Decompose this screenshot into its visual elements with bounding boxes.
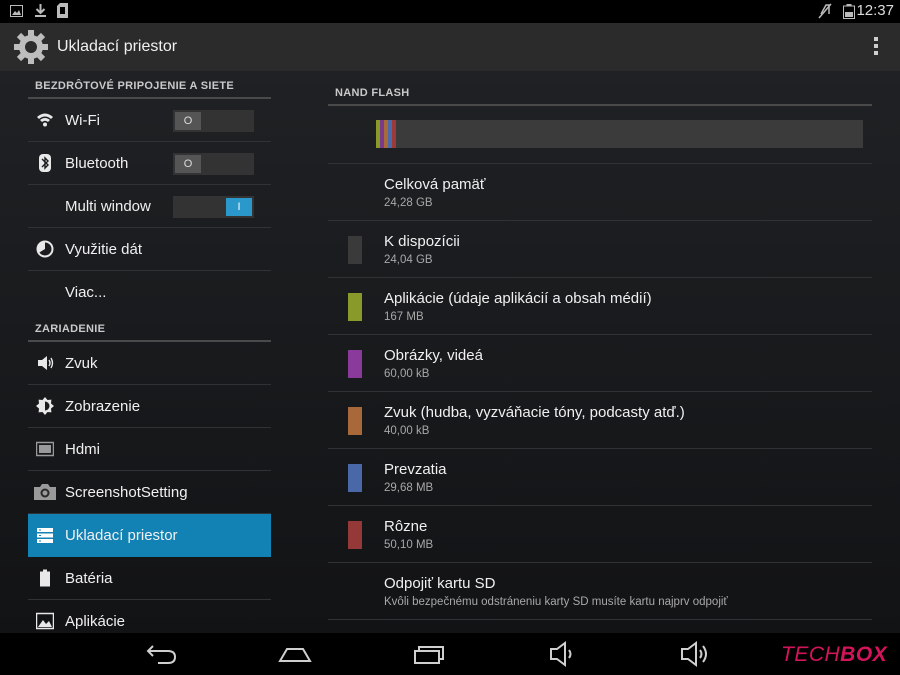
settings-item-wifi[interactable]: Wi-Fi O	[28, 99, 271, 142]
storage-section-header: NAND FLASH	[328, 71, 872, 106]
storage-item-title: K dispozícii	[384, 233, 460, 250]
storage-item-value: 24,28 GB	[384, 197, 433, 209]
storage-item-title: Zvuk (hudba, vyzváňacie tóny, podcasty a…	[384, 404, 685, 421]
page-title: Ukladací priestor	[57, 38, 178, 55]
storage-item-downloads[interactable]: Prevzatia 29,68 MB	[328, 449, 872, 506]
unmount-sd-button[interactable]: Odpojiť kartu SD Kvôli bezpečnému odstrá…	[328, 563, 872, 620]
settings-item-label: Multi window	[65, 198, 151, 215]
data-usage-icon	[36, 240, 54, 258]
settings-item-hdmi[interactable]: Hdmi	[28, 428, 271, 471]
storage-item-available[interactable]: K dispozícii 24,04 GB	[328, 221, 872, 278]
settings-item-screenshot[interactable]: ScreenshotSetting	[28, 471, 271, 514]
toggle-knob: I	[226, 198, 252, 216]
storage-item-misc[interactable]: Rôzne 50,10 MB	[328, 506, 872, 563]
storage-item-audio[interactable]: Zvuk (hudba, vyzváňacie tóny, podcasty a…	[328, 392, 872, 449]
settings-item-sound[interactable]: Zvuk	[28, 342, 271, 385]
wifi-toggle[interactable]: O	[173, 110, 254, 132]
wifi-icon	[37, 113, 53, 127]
toggle-knob: O	[175, 112, 201, 130]
color-swatch	[348, 293, 362, 321]
section-header-wireless: BEZDRÔTOVÉ PRIPOJENIE A SIETE	[28, 71, 271, 99]
storage-item-value: 40,00 kB	[384, 425, 430, 437]
settings-item-apps[interactable]: Aplikácie	[28, 600, 271, 633]
recents-icon[interactable]	[412, 639, 446, 669]
storage-icon	[37, 528, 53, 543]
settings-item-more[interactable]: Viac...	[28, 271, 271, 314]
settings-item-label: Viac...	[65, 284, 107, 301]
storage-item-apps[interactable]: Aplikácie (údaje aplikácií a obsah médií…	[328, 278, 872, 335]
storage-item-total: Celková pamäť 24,28 GB	[328, 164, 872, 221]
status-bar: 12:37	[0, 0, 900, 23]
storage-item-pictures[interactable]: Obrázky, videá 60,00 kB	[328, 335, 872, 392]
settings-gear-icon[interactable]	[12, 28, 50, 66]
multi-window-toggle[interactable]: I	[173, 196, 254, 218]
storage-item-title: Celková pamäť	[384, 176, 486, 193]
settings-item-label: Využitie dát	[65, 241, 142, 258]
section-header-device: ZARIADENIE	[28, 314, 271, 342]
techbox-watermark: TECHBOX	[781, 643, 887, 667]
storage-item-value: 167 MB	[384, 311, 424, 323]
settings-item-label: Ukladací priestor	[65, 527, 178, 544]
battery-icon	[40, 569, 50, 587]
content-area: BEZDRÔTOVÉ PRIPOJENIE A SIETE Wi-Fi O Bl…	[0, 71, 900, 633]
settings-item-label: Wi-Fi	[65, 112, 100, 129]
back-icon[interactable]	[144, 639, 178, 669]
settings-item-label: Batéria	[65, 570, 113, 587]
settings-item-label: ScreenshotSetting	[65, 484, 188, 501]
storage-item-value: 24,04 GB	[384, 254, 433, 266]
settings-item-bluetooth[interactable]: Bluetooth O	[28, 142, 271, 185]
storage-item-title: Aplikácie (údaje aplikácií a obsah médií…	[384, 290, 652, 307]
settings-item-storage[interactable]: Ukladací priestor	[28, 514, 271, 557]
settings-item-data-usage[interactable]: Využitie dát	[28, 228, 271, 271]
mute-icon	[818, 3, 832, 19]
bluetooth-icon	[39, 154, 51, 172]
sd-card-icon	[57, 3, 68, 18]
storage-item-description: Kvôli bezpečnému odstráneniu karty SD mu…	[384, 596, 728, 608]
storage-item-title: Obrázky, videá	[384, 347, 483, 364]
watermark-part2: BOX	[840, 643, 888, 666]
color-swatch	[348, 521, 362, 549]
camera-icon	[34, 484, 56, 500]
bluetooth-toggle[interactable]: O	[173, 153, 254, 175]
settings-item-label: Zobrazenie	[65, 398, 141, 415]
color-swatch	[348, 464, 362, 492]
clock: 12:37	[856, 2, 894, 19]
color-swatch	[348, 236, 362, 264]
storage-usage-bar	[376, 120, 863, 148]
hdmi-icon	[36, 441, 54, 457]
settings-item-label: Zvuk	[65, 355, 98, 372]
action-bar: Ukladací priestor	[0, 23, 900, 71]
storage-item-value: 29,68 MB	[384, 482, 434, 494]
storage-bar-segment	[392, 120, 396, 148]
watermark-part1: TECH	[781, 643, 841, 666]
storage-item-value: 50,10 MB	[384, 539, 434, 551]
download-icon	[35, 4, 46, 17]
storage-panel: NAND FLASH Celková pamäť 24,28 GB K disp…	[328, 71, 872, 620]
home-icon[interactable]	[277, 639, 313, 669]
storage-item-title: Rôzne	[384, 518, 428, 535]
navigation-bar: TECHBOX	[0, 633, 900, 675]
settings-item-display[interactable]: Zobrazenie	[28, 385, 271, 428]
settings-list: BEZDRÔTOVÉ PRIPOJENIE A SIETE Wi-Fi O Bl…	[28, 71, 271, 633]
volume-up-icon[interactable]	[679, 639, 713, 669]
storage-item-title: Prevzatia	[384, 461, 447, 478]
settings-item-multi-window[interactable]: Multi window I	[28, 185, 271, 228]
overflow-menu-icon[interactable]	[872, 37, 880, 59]
color-swatch	[348, 407, 362, 435]
volume-down-icon[interactable]	[548, 639, 576, 669]
storage-item-title: Odpojiť kartu SD	[384, 575, 496, 592]
settings-item-label: Aplikácie	[65, 613, 126, 630]
storage-bar-row	[328, 106, 872, 164]
settings-item-label: Bluetooth	[65, 155, 129, 172]
speaker-icon	[38, 356, 54, 370]
image-icon	[10, 5, 23, 17]
toggle-knob: O	[175, 155, 201, 173]
apps-icon	[36, 612, 54, 630]
settings-item-label: Hdmi	[65, 441, 101, 458]
color-swatch	[348, 350, 362, 378]
storage-item-value: 60,00 kB	[384, 368, 430, 380]
battery-icon	[843, 4, 855, 19]
brightness-icon	[36, 397, 54, 415]
settings-item-battery[interactable]: Batéria	[28, 557, 271, 600]
